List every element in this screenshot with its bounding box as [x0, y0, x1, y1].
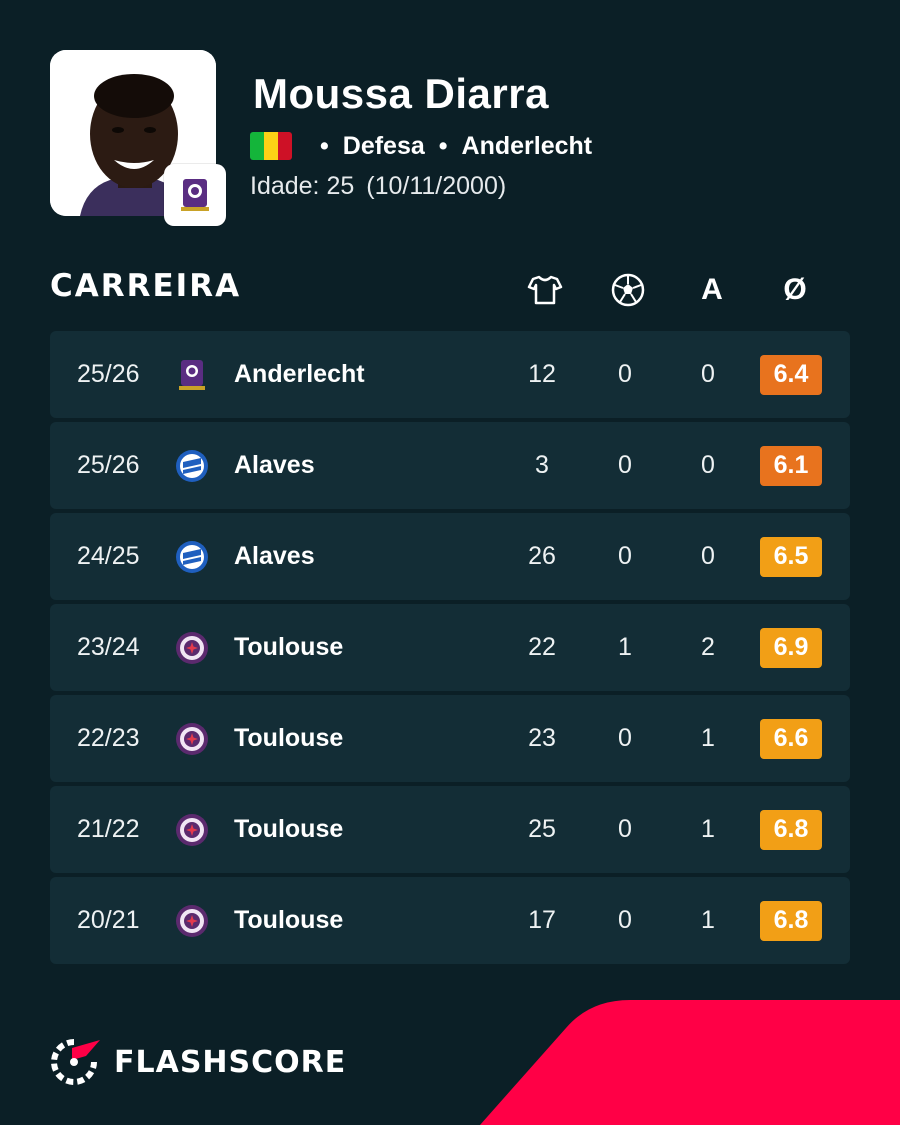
career-title: CARREIRA	[50, 268, 242, 304]
team-name: Anderlecht	[234, 360, 365, 388]
appearances: 23	[528, 724, 556, 752]
season: 23/24	[77, 633, 140, 661]
appearances: 25	[528, 815, 556, 843]
goals: 0	[618, 724, 632, 752]
club-badge	[164, 164, 226, 226]
season: 25/26	[77, 451, 140, 479]
team-name: Toulouse	[234, 815, 344, 843]
assists: 1	[701, 906, 715, 934]
rating-cell: 6.8	[760, 786, 822, 873]
goals: 0	[618, 906, 632, 934]
anderlecht-crest-icon	[172, 331, 212, 418]
career-row: 21/22 Toulouse 25 0 1 6.8	[50, 786, 850, 873]
season: 22/23	[77, 724, 140, 752]
toulouse-crest-icon	[172, 786, 212, 873]
rating-badge: 6.9	[760, 627, 822, 668]
goals: 0	[618, 360, 632, 388]
appearances: 3	[535, 451, 549, 479]
rating-cell: 6.6	[760, 695, 822, 782]
flag-stripe-yellow	[264, 132, 278, 160]
appearances: 12	[528, 360, 556, 388]
birthdate: (10/11/2000)	[366, 172, 507, 200]
assists: 2	[701, 633, 715, 661]
team-name: Alaves	[234, 542, 315, 570]
player-header: Moussa Diarra • Defesa • Anderlecht Idad…	[50, 50, 850, 230]
team-name: Toulouse	[234, 724, 344, 752]
team-name: Toulouse	[234, 906, 344, 934]
shirt-icon	[525, 270, 565, 310]
rating-badge: 6.5	[760, 536, 822, 577]
rating-badge: 6.1	[760, 445, 822, 486]
anderlecht-crest-icon	[181, 179, 209, 211]
goals: 0	[618, 451, 632, 479]
rating-cell: 6.4	[760, 331, 822, 418]
goals: 1	[618, 633, 632, 661]
rating-cell: 6.8	[760, 877, 822, 964]
rating-badge: 6.6	[760, 718, 822, 759]
footer-accent-shape	[480, 1000, 900, 1125]
flag-stripe-green	[250, 132, 264, 160]
season: 25/26	[77, 360, 140, 388]
rating-badge: 6.8	[760, 809, 822, 850]
career-row: 23/24 Toulouse 22 1 2 6.9	[50, 604, 850, 691]
team-name: Alaves	[234, 451, 315, 479]
assists-header: A	[701, 273, 723, 306]
player-name: Moussa Diarra	[253, 70, 549, 117]
assists: 0	[701, 542, 715, 570]
flashscore-logo: FLASHSCORE	[50, 1038, 346, 1086]
rating-cell: 6.9	[760, 604, 822, 691]
assists: 0	[701, 360, 715, 388]
career-row: 20/21 Toulouse 17 0 1 6.8	[50, 877, 850, 964]
career-table: 25/26 Anderlecht 12 0 0 6.4 25/26 Alaves 3 0 0 6.1 2…	[50, 331, 850, 968]
toulouse-crest-icon	[172, 695, 212, 782]
appearances: 26	[528, 542, 556, 570]
flag-stripe-red	[278, 132, 292, 160]
alaves-crest-icon	[172, 422, 212, 509]
assists: 1	[701, 724, 715, 752]
player-age: Idade: 25 (10/11/2000)	[250, 172, 506, 201]
appearances: 22	[528, 633, 556, 661]
rating-badge: 6.4	[760, 354, 822, 395]
separator-dot: •	[320, 131, 329, 160]
assists: 0	[701, 451, 715, 479]
player-club: Anderlecht	[461, 131, 593, 160]
goals: 0	[618, 542, 632, 570]
season: 21/22	[77, 815, 140, 843]
rating-badge: 6.8	[760, 900, 822, 941]
goals: 0	[618, 815, 632, 843]
rating-cell: 6.1	[760, 422, 822, 509]
assists: 1	[701, 815, 715, 843]
mali-flag-icon	[250, 132, 292, 160]
rating-cell: 6.5	[760, 513, 822, 600]
toulouse-crest-icon	[172, 604, 212, 691]
appearances: 17	[528, 906, 556, 934]
season: 20/21	[77, 906, 140, 934]
toulouse-crest-icon	[172, 877, 212, 964]
season: 24/25	[77, 542, 140, 570]
flashscore-wordmark: FLASHSCORE	[114, 1044, 347, 1080]
separator-dot: •	[438, 131, 448, 160]
age-label: Idade: 25	[250, 172, 355, 200]
ball-icon	[608, 270, 648, 310]
player-position: Defesa	[342, 131, 425, 160]
flashscore-logo-icon	[51, 1039, 100, 1085]
career-row: 25/26 Alaves 3 0 0 6.1	[50, 422, 850, 509]
career-row: 22/23 Toulouse 23 0 1 6.6	[50, 695, 850, 782]
career-row: 25/26 Anderlecht 12 0 0 6.4	[50, 331, 850, 418]
alaves-crest-icon	[172, 513, 212, 600]
career-row: 24/25 Alaves 26 0 0 6.5	[50, 513, 850, 600]
player-meta: • Defesa • Anderlecht	[250, 130, 592, 162]
team-name: Toulouse	[234, 633, 344, 661]
rating-header: Ø	[783, 273, 807, 306]
